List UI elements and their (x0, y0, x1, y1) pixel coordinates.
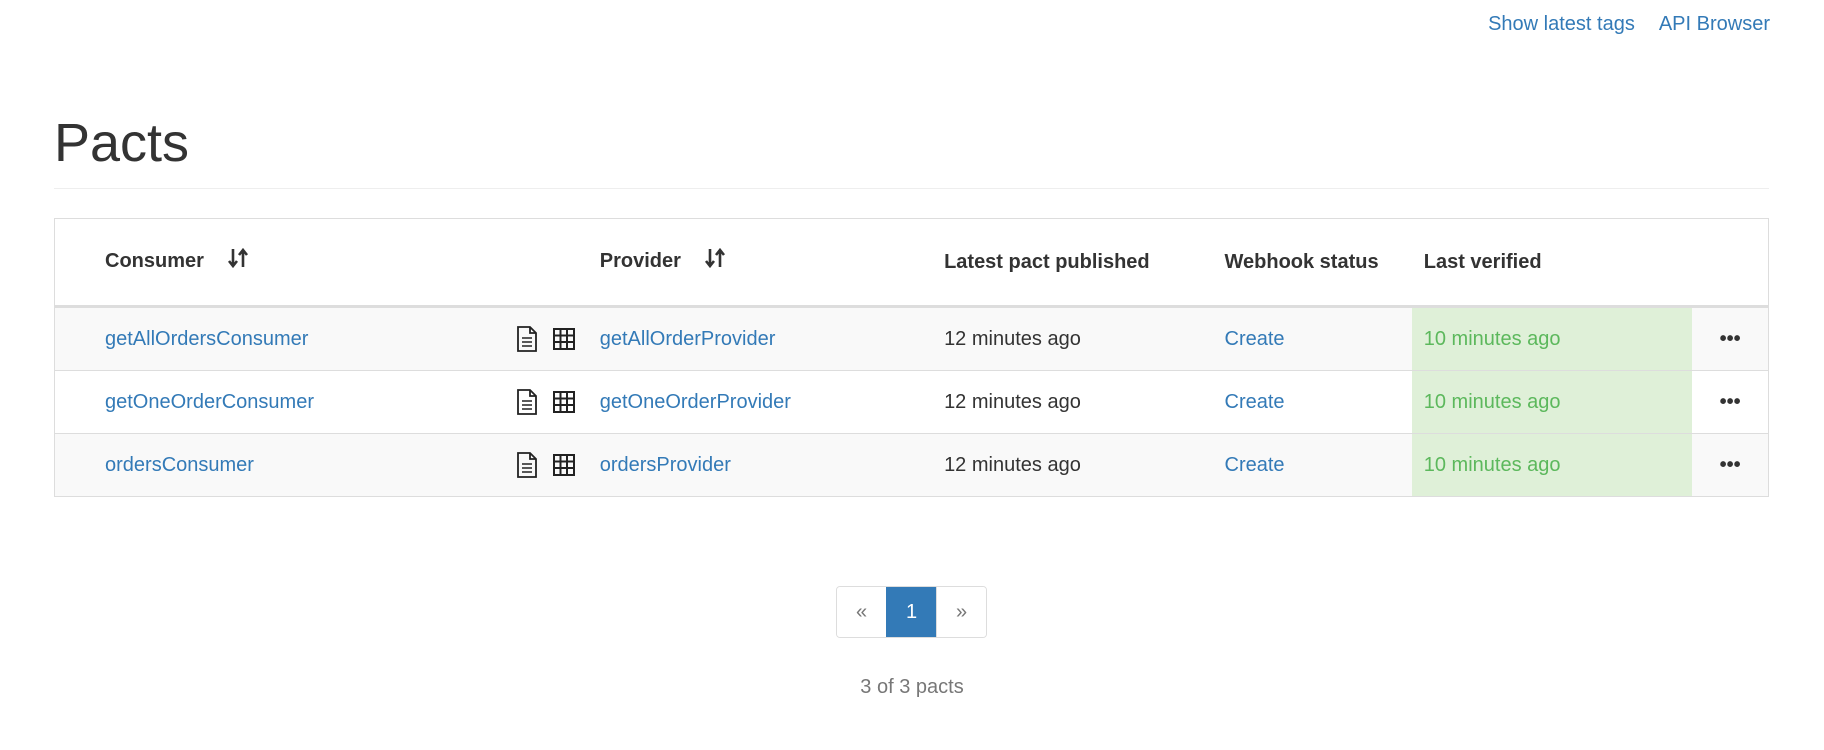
provider-header-label: Provider (599, 250, 681, 273)
consumer-link[interactable]: getAllOrdersConsumer (105, 328, 308, 351)
top-nav: Show latest tags API Browser (1488, 9, 1770, 39)
last-verified-header: Last verified (1411, 219, 1693, 308)
webhook-create-link[interactable]: Create (1225, 454, 1285, 476)
webhook-create-link[interactable]: Create (1225, 328, 1285, 350)
pact-icons (508, 389, 576, 415)
document-icon[interactable] (516, 452, 538, 478)
provider-cell: ordersProvider (587, 433, 933, 496)
row-actions-menu[interactable]: ••• (1692, 307, 1768, 371)
provider-link[interactable]: ordersProvider (600, 454, 731, 476)
provider-header[interactable]: Provider (587, 219, 933, 308)
document-icon[interactable] (516, 389, 538, 415)
consumer-link[interactable]: getOneOrderConsumer (105, 391, 314, 414)
table-header-row: Consumer Provider Latest pact published … (55, 219, 1768, 308)
pact-icons (508, 452, 576, 478)
table-row: getAllOrdersConsumer getAllOrderProvider… (55, 306, 1768, 371)
matrix-icon[interactable] (552, 327, 576, 351)
provider-link[interactable]: getOneOrderProvider (600, 391, 791, 413)
consumer-cell: getAllOrdersConsumer (55, 307, 588, 371)
consumer-cell: ordersConsumer (55, 433, 588, 496)
matrix-icon[interactable] (552, 453, 576, 477)
consumer-header-label: Consumer (105, 250, 204, 273)
webhook-create-link[interactable]: Create (1225, 391, 1285, 413)
provider-link[interactable]: getAllOrderProvider (600, 328, 776, 350)
table-row: getOneOrderConsumer getOneOrderProvider … (55, 370, 1768, 434)
sort-icon[interactable] (227, 247, 249, 278)
consumer-link[interactable]: ordersConsumer (105, 454, 254, 477)
prev-page-button[interactable]: « (837, 587, 886, 637)
page-1-button[interactable]: 1 (886, 587, 936, 637)
next-page-button[interactable]: » (936, 587, 986, 637)
matrix-icon[interactable] (552, 390, 576, 414)
title-divider (54, 188, 1769, 189)
consumer-header[interactable]: Consumer (55, 219, 588, 308)
webhook-cell: Create (1213, 307, 1412, 371)
sort-icon[interactable] (704, 247, 726, 278)
page-title: Pacts (54, 113, 190, 173)
document-icon[interactable] (516, 326, 538, 352)
published-cell: 12 minutes ago (932, 433, 1213, 496)
row-actions-menu[interactable]: ••• (1692, 370, 1768, 434)
published-cell: 12 minutes ago (944, 327, 1081, 350)
provider-cell: getOneOrderProvider (587, 370, 933, 434)
actions-header (1692, 219, 1768, 308)
webhook-cell: Create (1212, 370, 1412, 434)
pact-icons (508, 326, 576, 352)
api-browser-link[interactable]: API Browser (1659, 9, 1770, 39)
pact-count: 3 of 3 pacts (860, 676, 964, 698)
latest-pact-published-header: Latest pact published (932, 219, 1213, 308)
last-verified-cell: 10 minutes ago (1411, 433, 1693, 496)
webhook-cell: Create (1212, 433, 1412, 496)
pagination: « 1 » (836, 586, 987, 638)
last-verified-cell: 10 minutes ago (1411, 370, 1693, 434)
show-latest-tags-link[interactable]: Show latest tags (1488, 9, 1635, 39)
last-verified-cell: 10 minutes ago (1411, 306, 1693, 371)
webhook-status-header: Webhook status (1212, 219, 1412, 308)
consumer-cell: getOneOrderConsumer (55, 370, 588, 434)
table-row: ordersConsumer ordersProvider 12 minutes… (55, 433, 1768, 496)
row-actions-menu[interactable]: ••• (1692, 433, 1768, 496)
pacts-table: Consumer Provider Latest pact published … (54, 218, 1769, 497)
provider-cell: getAllOrderProvider (588, 307, 932, 371)
published-cell: 12 minutes ago (932, 370, 1213, 434)
